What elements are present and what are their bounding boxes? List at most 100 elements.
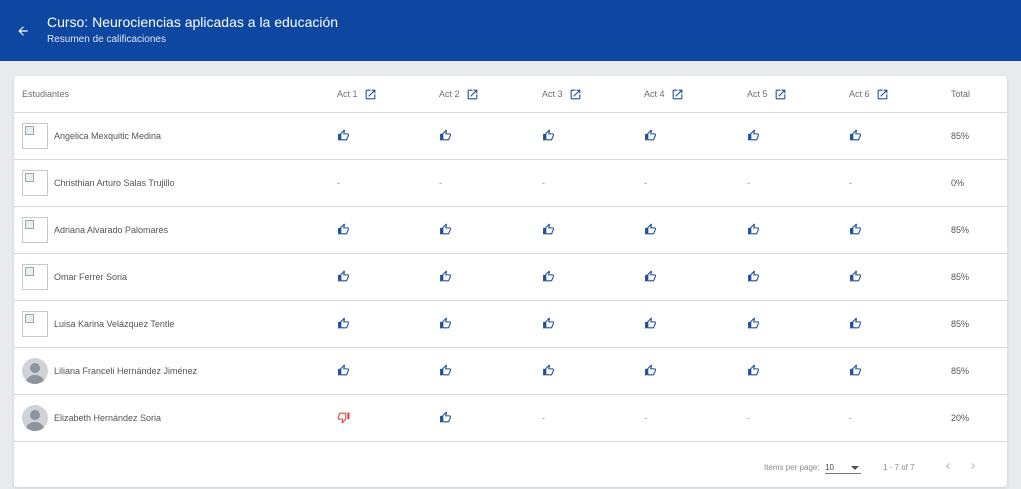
grade-approved[interactable] bbox=[849, 317, 862, 332]
student-cell: Adriana Alvarado Palomares bbox=[22, 207, 168, 253]
grade-approved[interactable] bbox=[644, 223, 657, 238]
column-header-act-1: Act 1 bbox=[337, 76, 377, 112]
page-subtitle: Resumen de calificaciones bbox=[47, 34, 166, 45]
grade-cell-act-2 bbox=[439, 207, 452, 253]
grade-cell-act-4 bbox=[644, 254, 657, 300]
student-name: Angelica Mexquitic Medina bbox=[54, 131, 162, 141]
thumb-up-icon bbox=[850, 317, 861, 328]
thumb-up-icon bbox=[748, 129, 759, 140]
grade-approved[interactable] bbox=[644, 364, 657, 379]
table-row: Angelica Mexquitic Medina 85% bbox=[14, 113, 1007, 160]
grade-approved[interactable] bbox=[439, 270, 452, 285]
broken-image-icon bbox=[25, 267, 34, 276]
total-value: 0% bbox=[951, 178, 965, 188]
thumb-up-icon bbox=[645, 317, 656, 328]
grade-approved[interactable] bbox=[747, 317, 760, 332]
page-title: Curso: Neurociencias aplicadas a la educ… bbox=[47, 14, 339, 30]
thumb-up-icon bbox=[850, 223, 861, 234]
grade-approved[interactable] bbox=[747, 364, 760, 379]
grade-approved[interactable] bbox=[849, 129, 862, 144]
grade-approved[interactable] bbox=[337, 270, 350, 285]
grade-cell-act-4 bbox=[644, 301, 657, 347]
broken-image-icon bbox=[25, 126, 34, 135]
thumb-up-icon bbox=[850, 364, 861, 375]
thumb-down-icon bbox=[337, 412, 350, 423]
next-page-button[interactable] bbox=[965, 458, 981, 474]
table-row: Christhian Arturo Salas Trujillo - - - - - - 0% bbox=[14, 160, 1007, 207]
grade-approved[interactable] bbox=[849, 364, 862, 379]
grades-table-card: Estudiantes Total Act 1 Act 2 Act 3 Act 4 Ac… bbox=[14, 76, 1007, 487]
grade-approved[interactable] bbox=[849, 270, 862, 285]
grade-approved[interactable] bbox=[747, 223, 760, 238]
grade-approved[interactable] bbox=[542, 364, 555, 379]
grade-approved[interactable] bbox=[644, 129, 657, 144]
back-button[interactable] bbox=[12, 20, 34, 42]
grade-approved[interactable] bbox=[542, 270, 555, 285]
total-cell: 20% bbox=[951, 395, 969, 441]
grade-approved[interactable] bbox=[439, 364, 452, 379]
thumb-up-icon bbox=[645, 129, 656, 140]
open-act-2-button[interactable] bbox=[466, 88, 479, 101]
thumb-up-icon bbox=[338, 129, 349, 140]
grade-approved[interactable] bbox=[337, 317, 350, 332]
items-per-page-select[interactable]: 10 bbox=[825, 460, 861, 474]
grade-approved[interactable] bbox=[542, 129, 555, 144]
grade-approved[interactable] bbox=[542, 317, 555, 332]
grade-empty: - bbox=[747, 178, 750, 188]
student-cell: Liliana Franceli Hernández Jiménez bbox=[22, 348, 197, 394]
open-act-6-button[interactable] bbox=[876, 88, 889, 101]
grade-cell-act-3 bbox=[542, 113, 555, 159]
thumb-up-icon bbox=[543, 129, 554, 140]
grade-cell-act-3 bbox=[542, 348, 555, 394]
column-header-act-4-label: Act 4 bbox=[644, 89, 665, 99]
previous-page-button[interactable] bbox=[940, 458, 956, 474]
grade-approved[interactable] bbox=[337, 364, 350, 379]
column-header-act-5: Act 5 bbox=[747, 76, 787, 112]
paginator: Items per page: 10 1 - 7 of 7 bbox=[14, 452, 1007, 482]
grade-approved[interactable] bbox=[337, 223, 350, 238]
grade-approved[interactable] bbox=[439, 317, 452, 332]
column-header-act-2: Act 2 bbox=[439, 76, 479, 112]
open-act-1-button[interactable] bbox=[364, 88, 377, 101]
student-name: Adriana Alvarado Palomares bbox=[54, 225, 169, 235]
grade-approved[interactable] bbox=[337, 129, 350, 144]
grade-cell-act-6: - bbox=[849, 395, 852, 441]
grade-cell-act-2 bbox=[439, 301, 452, 347]
thumb-up-icon bbox=[748, 364, 759, 375]
person-icon bbox=[25, 410, 45, 431]
grade-cell-act-6 bbox=[849, 301, 862, 347]
grade-cell-act-6 bbox=[849, 113, 862, 159]
open-in-new-icon bbox=[877, 89, 887, 99]
open-act-5-button[interactable] bbox=[774, 88, 787, 101]
grade-approved[interactable] bbox=[542, 223, 555, 238]
grade-approved[interactable] bbox=[644, 270, 657, 285]
open-act-4-button[interactable] bbox=[671, 88, 684, 101]
grade-approved[interactable] bbox=[439, 223, 452, 238]
paginator-range-label: 1 - 7 of 7 bbox=[883, 463, 915, 472]
chevron-left-icon bbox=[946, 463, 950, 469]
grade-approved[interactable] bbox=[849, 223, 862, 238]
student-cell: Christhian Arturo Salas Trujillo bbox=[22, 160, 175, 206]
grade-approved[interactable] bbox=[747, 129, 760, 144]
grade-cell-act-3 bbox=[542, 207, 555, 253]
open-act-3-button[interactable] bbox=[569, 88, 582, 101]
grade-approved[interactable] bbox=[747, 270, 760, 285]
items-per-page-label: Items per page: bbox=[764, 463, 820, 472]
grade-approved[interactable] bbox=[439, 411, 452, 426]
grade-empty: - bbox=[849, 178, 852, 188]
thumb-up-icon bbox=[440, 411, 451, 422]
total-value: 85% bbox=[951, 225, 970, 235]
student-name: Christhian Arturo Salas Trujillo bbox=[54, 178, 175, 188]
column-header-act-3: Act 3 bbox=[542, 76, 582, 112]
thumb-up-icon bbox=[645, 364, 656, 375]
table-row: Liliana Franceli Hernández Jiménez 85% bbox=[14, 348, 1007, 395]
open-in-new-icon bbox=[467, 89, 477, 99]
grade-approved[interactable] bbox=[439, 129, 452, 144]
grade-failed[interactable] bbox=[337, 411, 350, 426]
total-cell: 85% bbox=[951, 301, 969, 347]
grade-empty: - bbox=[849, 413, 852, 423]
total-cell: 85% bbox=[951, 207, 969, 253]
grade-approved[interactable] bbox=[644, 317, 657, 332]
column-header-act-2-label: Act 2 bbox=[439, 89, 460, 99]
grade-empty: - bbox=[747, 413, 750, 423]
